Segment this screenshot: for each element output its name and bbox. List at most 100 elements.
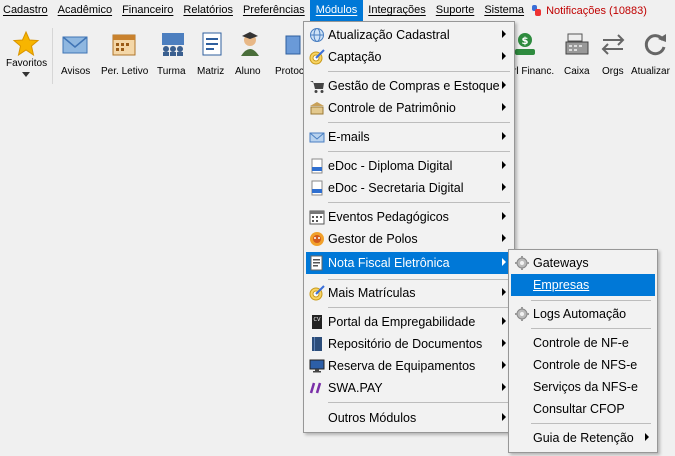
building-icon	[310, 102, 324, 115]
toolbar-label: Avisos	[61, 66, 91, 77]
menu-item-label: eDoc - Secretaria Digital	[328, 181, 464, 195]
toolbar-aluno[interactable]: Aluno	[232, 22, 268, 90]
menu-item-reserva-equipamentos[interactable]: Reserva de Equipamentos	[306, 355, 512, 377]
notifications-label: Notificações (10883)	[546, 4, 647, 17]
document-icon	[202, 32, 222, 56]
submenu-item-servicos-nfse[interactable]: Serviços da NFS-e	[511, 376, 655, 398]
toolbar-per-letivo[interactable]: Per. Letivo	[98, 22, 150, 90]
submenu-arrow-icon	[502, 361, 506, 369]
toolbar-controle-financeiro[interactable]: $ rl Financ.	[513, 22, 557, 90]
toolbar-label: Favoritos	[6, 58, 48, 69]
toolbar-atualizar[interactable]: Atualizar	[631, 22, 675, 90]
toolbar-protocolo[interactable]: Protoc	[270, 22, 306, 90]
toolbar-favoritos[interactable]: Favoritos	[0, 22, 52, 90]
toolbar-label: Caixa	[564, 66, 590, 77]
menu-item-edoc-diploma[interactable]: eDoc - Diploma Digital	[306, 155, 512, 177]
menu-item-label: Empresas	[533, 278, 590, 292]
submenu-arrow-icon	[502, 132, 506, 140]
submenu-item-consultar-cfop[interactable]: Consultar CFOP	[511, 398, 655, 420]
menu-item-label: Captação	[328, 50, 382, 64]
menu-item-portal-empregabilidade[interactable]: CV Portal da Empregabilidade	[306, 311, 512, 333]
menu-item-gestor-polos[interactable]: Gestor de Polos	[306, 228, 512, 250]
menu-item-atualizacao-cadastral[interactable]: Atualização Cadastral	[306, 24, 512, 46]
toolbar-label: Atualizar	[631, 66, 670, 77]
submenu-arrow-icon	[502, 161, 506, 169]
menu-item-label: E-mails	[328, 130, 370, 144]
submenu-item-logs-automacao[interactable]: Logs Automação	[511, 303, 655, 325]
submenu-arrow-icon	[502, 383, 506, 391]
submenu-arrow-icon	[502, 212, 506, 220]
menu-item-eventos-pedagogicos[interactable]: Eventos Pedagógicos	[306, 206, 512, 228]
toolbar-caixa[interactable]: Caixa	[559, 22, 595, 90]
menu-preferencias[interactable]: Preferências	[238, 0, 310, 21]
star-icon	[12, 30, 40, 57]
menu-relatorios[interactable]: Relatórios	[178, 0, 238, 21]
submenu-item-controle-nfse[interactable]: Controle de NFS-e	[511, 354, 655, 376]
globe-flag-icon	[310, 232, 324, 246]
menu-item-controle-patrimonio[interactable]: Controle de Patrimônio	[306, 97, 512, 119]
menu-item-label: Gestor de Polos	[328, 232, 418, 246]
target-icon	[309, 49, 325, 65]
menu-financeiro[interactable]: Financeiro	[117, 0, 178, 21]
menu-item-nota-fiscal[interactable]: Nota Fiscal Eletrônica	[306, 252, 512, 274]
toolbar-matriz[interactable]: Matriz	[194, 22, 230, 90]
menu-modulos[interactable]: Módulos	[309, 0, 364, 21]
nota-fiscal-submenu: Gateways Empresas Logs Automação Control…	[508, 249, 658, 453]
invoice-icon	[310, 255, 323, 271]
menu-item-label: Atualização Cadastral	[328, 28, 450, 42]
toolbar-label: Turma	[157, 66, 186, 77]
envelope-icon	[62, 36, 88, 54]
notifications-link[interactable]: Notificações (10883)	[529, 0, 650, 21]
menu-item-label: Gateways	[533, 256, 589, 270]
menu-cadastro[interactable]: Cadastro	[0, 0, 53, 21]
menu-item-edoc-secretaria[interactable]: eDoc - Secretaria Digital	[306, 177, 512, 199]
menu-item-label: Controle de NFS-e	[533, 358, 638, 372]
menu-item-repositorio-documentos[interactable]: Repositório de Documentos	[306, 333, 512, 355]
calendar-icon	[112, 34, 136, 56]
toolbar-label: Aluno	[235, 66, 261, 77]
target-icon	[309, 285, 325, 301]
menu-item-label: Mais Matrículas	[328, 286, 416, 300]
menu-item-label: Consultar CFOP	[533, 402, 625, 416]
swapay-icon	[309, 382, 322, 394]
menu-item-label: Logs Automação	[533, 307, 627, 321]
menu-item-label: Serviços da NFS-e	[533, 380, 638, 394]
menu-academico[interactable]: Acadêmico	[53, 0, 117, 21]
submenu-arrow-icon	[502, 183, 506, 191]
globe-icon	[310, 28, 324, 42]
gear-icon	[515, 256, 529, 270]
menu-sistema[interactable]: Sistema	[479, 0, 529, 21]
menu-item-outros-modulos[interactable]: Outros Módulos	[306, 407, 512, 429]
toolbar-orgs[interactable]: Orgs	[597, 22, 629, 90]
menu-item-swa-pay[interactable]: SWA.PAY	[306, 377, 512, 399]
monitor-icon	[309, 359, 325, 373]
submenu-arrow-icon	[502, 288, 506, 296]
submenu-item-controle-nfe[interactable]: Controle de NF-e	[511, 332, 655, 354]
student-icon	[241, 32, 259, 56]
menu-item-label: eDoc - Diploma Digital	[328, 159, 453, 173]
toolbar-turma[interactable]: Turma	[154, 22, 192, 90]
submenu-item-empresas[interactable]: Empresas	[511, 274, 655, 296]
toolbar-label: Protoc	[275, 66, 304, 77]
toolbar-avisos[interactable]: Avisos	[56, 22, 94, 90]
submenu-item-gateways[interactable]: Gateways	[511, 252, 655, 274]
menu-item-mais-matriculas[interactable]: Mais Matrículas	[306, 282, 512, 304]
svg-text:$: $	[522, 36, 529, 47]
menu-item-gestao-compras[interactable]: Gestão de Compras e Estoque	[306, 75, 512, 97]
classroom-icon	[162, 33, 184, 56]
submenu-arrow-icon	[502, 258, 506, 266]
swap-arrows-icon	[601, 34, 625, 55]
modulos-dropdown: Atualização Cadastral Captação Gestão de…	[303, 21, 515, 433]
submenu-item-guia-retencao[interactable]: Guia de Retenção	[511, 427, 655, 449]
submenu-arrow-icon	[645, 433, 649, 441]
menu-item-emails[interactable]: E-mails	[306, 126, 512, 148]
notification-icon	[532, 5, 542, 16]
menu-item-captacao[interactable]: Captação	[306, 46, 512, 68]
menu-suporte[interactable]: Suporte	[431, 0, 480, 21]
gear-icon	[515, 307, 529, 321]
menu-bar: Cadastro Acadêmico Financeiro Relatórios…	[0, 0, 675, 21]
menu-item-label: SWA.PAY	[328, 381, 383, 395]
menu-integracoes[interactable]: Integrações	[363, 0, 430, 21]
submenu-arrow-icon	[502, 339, 506, 347]
book-icon	[312, 337, 322, 351]
